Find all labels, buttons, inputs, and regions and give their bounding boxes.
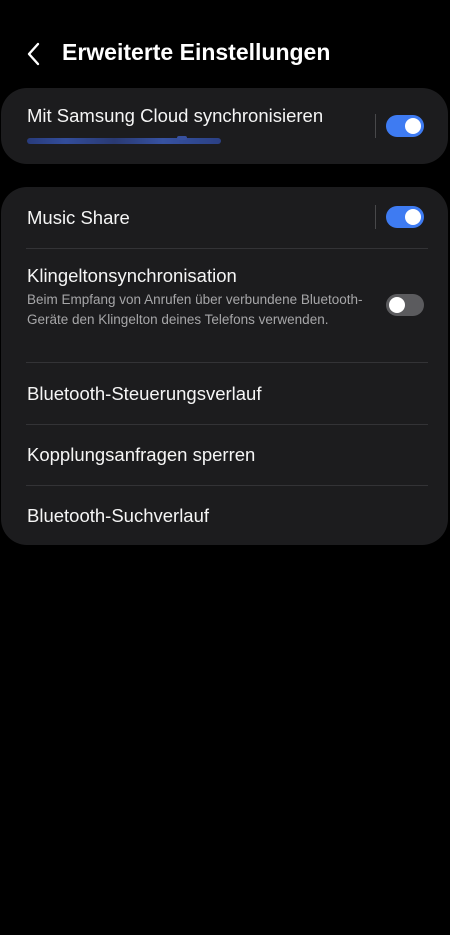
samsung-cloud-sync-card: Mit Samsung Cloud synchronisieren (1, 88, 448, 164)
toggle-knob (389, 297, 405, 313)
music-share-toggle[interactable] (386, 206, 424, 228)
app-header: Erweiterte Einstellungen (0, 28, 450, 80)
toggle-knob (405, 118, 421, 134)
samsung-cloud-sync-toggle[interactable] (386, 115, 424, 137)
chevron-left-icon (27, 42, 40, 66)
page-title: Erweiterte Einstellungen (62, 39, 331, 65)
bt-control-history-title: Bluetooth-Steuerungsverlauf (27, 383, 262, 404)
bluetooth-settings-card: Music Share Klingeltonsynchronisation Be… (1, 187, 448, 545)
ringtone-sync-description: Beim Empfang von Anrufen über verbundene… (27, 292, 363, 327)
bt-control-history-row[interactable]: Bluetooth-Steuerungsverlauf (1, 363, 448, 424)
music-share-row[interactable]: Music Share (1, 187, 448, 248)
bt-search-history-row[interactable]: Bluetooth-Suchverlauf (1, 486, 448, 545)
block-pairing-row[interactable]: Kopplungsanfragen sperren (1, 425, 448, 485)
back-button[interactable] (22, 40, 48, 68)
bt-search-history-title: Bluetooth-Suchverlauf (27, 505, 210, 526)
toggle-separator (375, 114, 376, 138)
blurred-account-info (27, 136, 221, 144)
ringtone-sync-toggle[interactable] (386, 294, 424, 316)
samsung-cloud-sync-title: Mit Samsung Cloud synchronisieren (27, 105, 324, 126)
block-pairing-title: Kopplungsanfragen sperren (27, 444, 256, 465)
music-share-title: Music Share (27, 207, 130, 228)
ringtone-sync-title: Klingeltonsynchronisation (27, 265, 237, 286)
toggle-separator (375, 205, 376, 229)
toggle-knob (405, 209, 421, 225)
samsung-cloud-sync-row[interactable]: Mit Samsung Cloud synchronisieren (1, 88, 448, 164)
ringtone-sync-row[interactable]: Klingeltonsynchronisation Beim Empfang v… (1, 249, 448, 363)
